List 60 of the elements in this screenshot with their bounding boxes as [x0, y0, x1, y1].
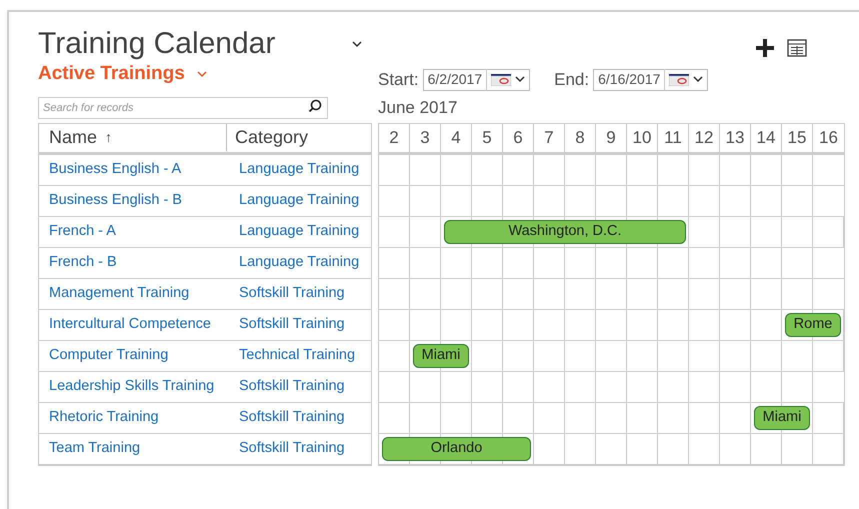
day-header: 15	[782, 124, 813, 152]
date-label: End:	[554, 69, 590, 91]
category-name[interactable]: Softskill Training	[229, 438, 345, 460]
search-icon[interactable]	[308, 98, 322, 112]
date-field[interactable]: 6/16/2017	[593, 68, 708, 91]
day-header: 2	[379, 124, 410, 152]
training-name[interactable]: Leadership Skills Training	[39, 376, 229, 398]
day-header: 5	[472, 124, 503, 152]
day-header: 6	[503, 124, 534, 152]
training-name[interactable]: French - B	[39, 252, 229, 274]
calendar-icon	[491, 74, 512, 86]
training-name[interactable]: Business English - B	[39, 190, 229, 212]
day-header: 12	[689, 124, 720, 152]
category-name[interactable]: Technical Training	[229, 344, 356, 366]
event-bar[interactable]: Washington, D.C.	[444, 220, 686, 244]
day-header: 8	[565, 124, 596, 152]
category-name[interactable]: Softskill Training	[229, 282, 345, 304]
chevron-icon	[196, 70, 207, 78]
day-header: 4	[441, 124, 472, 152]
day-header: 7	[534, 124, 565, 152]
category-name[interactable]: Softskill Training	[229, 376, 345, 398]
date-label: Start:	[378, 69, 419, 91]
training-name[interactable]: Business English - A	[39, 158, 229, 180]
table-icon[interactable]	[787, 39, 807, 57]
category-name[interactable]: Softskill Training	[229, 406, 345, 428]
training-name[interactable]: Management Training	[39, 282, 229, 304]
sort-icon: ↑	[105, 127, 112, 148]
view-selector[interactable]: Active Trainings	[38, 60, 185, 88]
category-name[interactable]: Language Training	[229, 220, 360, 242]
day-header: 11	[658, 124, 689, 152]
month-label: June 2017	[378, 96, 458, 118]
calendar-icon	[669, 74, 690, 86]
column-header[interactable]: Category	[235, 124, 308, 151]
page-title: Training Calendar	[38, 26, 276, 62]
category-name[interactable]: Language Training	[229, 158, 360, 180]
event-bar[interactable]: Rome	[785, 312, 841, 336]
event-bar[interactable]: Orlando	[382, 436, 531, 460]
event-bar[interactable]: Miami	[754, 406, 810, 430]
day-header: 16	[818, 126, 839, 149]
dropdown-icon	[515, 76, 526, 84]
training-name[interactable]: French - A	[39, 220, 229, 242]
dropdown-icon	[693, 76, 704, 84]
day-header: 3	[410, 124, 441, 152]
column-header[interactable]: Name	[49, 124, 98, 151]
event-bar[interactable]: Miami	[413, 344, 469, 368]
day-header: 9	[596, 124, 627, 152]
training-name[interactable]: Computer Training	[39, 344, 229, 366]
day-header: 10	[627, 124, 658, 152]
chevron-icon	[352, 40, 362, 48]
category-name[interactable]: Language Training	[229, 252, 360, 274]
training-name[interactable]: Rhetoric Training	[39, 406, 229, 428]
search-field[interactable]: Search for records	[38, 96, 328, 118]
date-field[interactable]: 6/2/2017	[422, 68, 530, 91]
training-name[interactable]: Intercultural Competence	[39, 314, 229, 336]
category-name[interactable]: Language Training	[229, 190, 360, 212]
training-name[interactable]: Team Training	[39, 438, 229, 460]
day-header: 14	[751, 124, 782, 152]
day-header: 13	[720, 124, 751, 152]
category-name[interactable]: Softskill Training	[229, 314, 345, 336]
plus-icon[interactable]	[755, 38, 775, 58]
